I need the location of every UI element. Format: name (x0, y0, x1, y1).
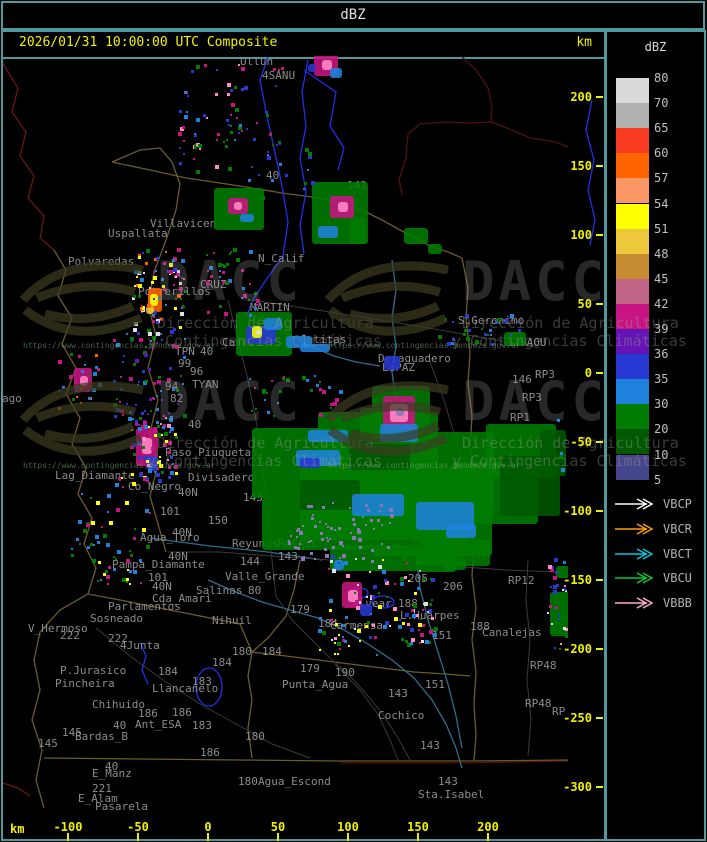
colorbar-value-label: 20 (654, 423, 694, 435)
colorbar-swatch (616, 455, 649, 480)
vector-legend-label: VBCR (663, 522, 692, 536)
colorbar-value-label: 45 (654, 273, 694, 285)
colorbar-value-label: 80 (654, 72, 694, 84)
colorbar-value-label: 39 (654, 323, 694, 335)
page-title: dBZ (340, 7, 365, 23)
colorbar-swatch (616, 329, 649, 354)
colorbar-swatch (616, 279, 649, 304)
colorbar-swatch (616, 304, 649, 329)
colorbar-title: dBZ (607, 40, 704, 54)
colorbar-value-label: 10 (654, 449, 694, 461)
colorbar-swatch (616, 103, 649, 128)
colorbar-value-label: 51 (654, 223, 694, 235)
colorbar-swatch (616, 78, 649, 103)
colorbar-swatch (616, 204, 649, 229)
colorbar-value-label: 5 (654, 474, 694, 486)
vector-legend-row: VBCT (613, 546, 705, 562)
colorbar-swatch (616, 404, 649, 429)
map-header: 2026/01/31 10:00:00 UTC Composite km (3, 32, 604, 59)
y-axis-unit-label: km (576, 35, 592, 50)
vector-legend-row: VBCP (613, 496, 705, 512)
colorbar-value-label: 57 (654, 172, 694, 184)
colorbar-value-label: 42 (654, 298, 694, 310)
vector-legend-row: VBCU (613, 570, 705, 586)
colorbar-swatch (616, 429, 649, 454)
colorbar-swatch (616, 254, 649, 279)
radar-app-window: { "title_bar": {"title": "dBZ"}, "header… (0, 0, 707, 842)
timestamp: 2026/01/31 10:00:00 UTC Composite (19, 35, 277, 50)
vector-legend-row: VBCR (613, 521, 705, 537)
map-panel: 2026/01/31 10:00:00 UTC Composite km (1, 30, 606, 841)
vector-arrow-icon (613, 498, 657, 510)
colorbar-swatch (616, 379, 649, 404)
vector-arrow-icon (613, 548, 657, 560)
vector-arrow-icon (613, 523, 657, 535)
colorbar-value-label: 30 (654, 398, 694, 410)
vector-arrow-icon (613, 572, 657, 584)
vector-legend-row: VBBB (613, 595, 705, 611)
vector-legend-label: VBCU (663, 571, 692, 585)
colorbar-value-label: 48 (654, 248, 694, 260)
colorbar-swatch (616, 354, 649, 379)
title-bar: dBZ (1, 1, 705, 30)
colorbar-swatch (616, 128, 649, 153)
colorbar-value-label: 36 (654, 348, 694, 360)
colorbar-swatch (616, 153, 649, 178)
colorbar-value-label: 35 (654, 373, 694, 385)
colorbar-value-label: 65 (654, 122, 694, 134)
colorbar-swatch (616, 178, 649, 203)
vector-legend-label: VBCT (663, 547, 692, 561)
colorbar-value-label: 60 (654, 147, 694, 159)
colorbar-swatch (616, 229, 649, 254)
colorbar-value-label: 70 (654, 97, 694, 109)
vector-legend-label: VBCP (663, 497, 692, 511)
vector-legend-label: VBBB (663, 596, 692, 610)
vector-arrow-icon (613, 597, 657, 609)
colorbar-value-label: 54 (654, 198, 694, 210)
colorbar-panel: dBZ 80 70 65 60 57 54 51 48 45 42 39 36 35 30 20 10 5 VB… (605, 30, 706, 841)
